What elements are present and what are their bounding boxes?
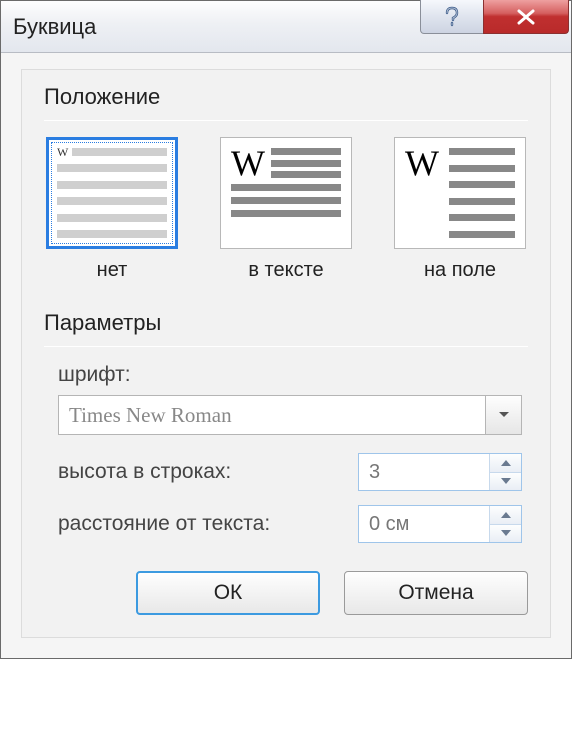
position-group-label: Положение: [44, 84, 528, 110]
divider: [44, 346, 528, 347]
distance-spinner[interactable]: 0 см: [358, 505, 522, 543]
ok-button[interactable]: ОК: [136, 571, 320, 615]
letter-w-icon: W: [57, 148, 68, 156]
drop-cap-icon: W: [231, 148, 265, 178]
dialog-title: Буквица: [13, 14, 96, 40]
chevron-down-icon: [498, 411, 510, 419]
titlebar-buttons: [421, 0, 569, 34]
height-up-button[interactable]: [490, 454, 521, 472]
height-down-button[interactable]: [490, 472, 521, 491]
distance-label: расстояние от текста:: [58, 512, 348, 536]
font-dropdown-button[interactable]: [485, 396, 521, 434]
height-label: высота в строках:: [58, 460, 348, 484]
option-in-margin-preview[interactable]: W: [394, 137, 526, 249]
height-spinner[interactable]: 3: [358, 453, 522, 491]
option-none-label: нет: [97, 259, 128, 282]
font-value: Times New Roman: [59, 403, 485, 428]
close-button[interactable]: [483, 0, 569, 34]
option-in-text-preview[interactable]: W: [220, 137, 352, 249]
position-options: W нет: [44, 137, 528, 282]
chevron-up-icon: [501, 460, 511, 466]
option-in-text[interactable]: W в тексте: [220, 137, 352, 282]
font-label: шрифт:: [58, 363, 522, 387]
height-value: 3: [359, 454, 489, 490]
drop-cap-icon: W: [405, 148, 443, 238]
distance-down-button[interactable]: [490, 524, 521, 543]
font-select[interactable]: Times New Roman: [58, 395, 522, 435]
close-icon: [515, 8, 537, 26]
distance-value: 0 см: [359, 506, 489, 542]
help-icon: [442, 6, 462, 28]
params-group-label: Параметры: [44, 310, 528, 336]
option-none[interactable]: W нет: [46, 137, 178, 282]
chevron-down-icon: [501, 478, 511, 484]
divider: [44, 120, 528, 121]
titlebar: Буквица: [1, 1, 571, 53]
option-in-margin-label: на поле: [424, 259, 496, 282]
option-in-margin[interactable]: W на поле: [394, 137, 526, 282]
option-none-preview[interactable]: W: [46, 137, 178, 249]
dialog-window: Буквица Положение: [0, 0, 572, 659]
option-in-text-label: в тексте: [248, 259, 323, 282]
help-button[interactable]: [420, 0, 484, 34]
chevron-up-icon: [501, 512, 511, 518]
dialog-buttons: ОК Отмена: [44, 571, 528, 615]
cancel-button[interactable]: Отмена: [344, 571, 528, 615]
chevron-down-icon: [501, 530, 511, 536]
dialog-content: Положение W: [1, 53, 571, 658]
distance-up-button[interactable]: [490, 506, 521, 524]
